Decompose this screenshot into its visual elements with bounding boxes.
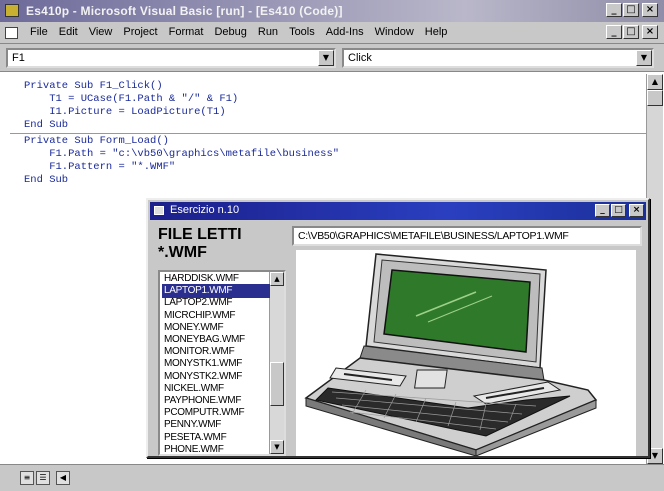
laptop-picture (296, 250, 636, 457)
procedure-combo-value: Click (348, 52, 372, 64)
form-window-controls: _ □ × (595, 204, 644, 217)
code-line[interactable]: End Sub (24, 174, 68, 187)
scroll-thumb[interactable] (270, 362, 284, 406)
scroll-up-arrow-icon[interactable]: ▲ (270, 272, 284, 286)
minimize-button[interactable]: _ (606, 3, 622, 17)
code-line[interactable]: T1 = UCase(F1.Path & "/" & F1) (24, 93, 238, 106)
full-module-view-icon[interactable]: ☰ (36, 471, 50, 485)
menu-item-run[interactable]: Run (258, 26, 278, 38)
close-button[interactable]: × (642, 3, 658, 17)
scroll-down-arrow-icon[interactable]: ▼ (270, 440, 284, 454)
menu-item-view[interactable]: View (89, 26, 113, 38)
file-list-box[interactable]: ▲ ▼ HARDDISK.WMF LAPTOP1.WMF LAPTOP2.WMF MI… (158, 270, 286, 456)
form-title-text: Esercizio n.10 (170, 204, 240, 216)
menu-item-help[interactable]: Help (425, 26, 448, 38)
maximize-button[interactable]: □ (623, 3, 639, 17)
chevron-down-icon[interactable]: ▼ (636, 50, 652, 66)
scroll-thumb[interactable] (647, 90, 663, 106)
form-minimize-button[interactable]: _ (595, 204, 610, 217)
scroll-left-arrow-icon[interactable]: ◀ (56, 471, 70, 485)
exercise-form-window: Esercizio n.10 _ □ × FILE LETTI *.WMF C:… (146, 198, 650, 458)
path-textbox[interactable]: C:\VB50\GRAPHICS\METAFILE\BUSINESS/LAPTO… (292, 226, 642, 246)
procedure-separator (10, 133, 646, 134)
scroll-up-arrow-icon[interactable]: ▲ (647, 74, 663, 90)
object-combo[interactable]: F1 ▼ (6, 48, 336, 68)
vb-app-icon[interactable] (5, 4, 19, 17)
menu-item-format[interactable]: Format (169, 26, 204, 38)
code-line[interactable]: Private Sub F1_Click() (24, 80, 163, 93)
ide-window-controls: _ □ × (606, 3, 658, 17)
procedure-combo[interactable]: Click ▼ (342, 48, 654, 68)
form-icon[interactable] (154, 206, 164, 215)
list-item[interactable]: PHONE.WMF (162, 443, 270, 454)
code-maximize-button[interactable]: □ (623, 25, 639, 39)
form-maximize-button[interactable]: □ (611, 204, 626, 217)
procedure-view-icon[interactable]: ≡ (20, 471, 34, 485)
code-bottom-bar: ≡ ☰ ◀ (0, 464, 664, 491)
menu-items: File Edit View Project Format Debug Run Tools Ad… (30, 26, 447, 38)
code-window-controls: _ □ × (606, 25, 658, 39)
menu-item-file[interactable]: File (30, 26, 48, 38)
menu-bar: File Edit View Project Format Debug Run Tools Ad… (0, 22, 664, 44)
form-title-bar: Esercizio n.10 _ □ × (150, 202, 646, 220)
file-caption-label: FILE LETTI *.WMF (158, 226, 242, 261)
chevron-down-icon[interactable]: ▼ (318, 50, 334, 66)
code-line[interactable]: I1.Picture = LoadPicture(T1) (24, 106, 225, 119)
laptop-illustration (304, 253, 598, 457)
ide-title-text: Es410p - Microsoft Visual Basic [run] - … (26, 4, 343, 18)
code-minimize-button[interactable]: _ (606, 25, 622, 39)
code-combo-bar: F1 ▼ Click ▼ (0, 44, 664, 72)
menu-item-tools[interactable]: Tools (289, 26, 315, 38)
menu-item-edit[interactable]: Edit (59, 26, 78, 38)
code-line[interactable]: F1.Path = "c:\vb50\graphics\metafile\bus… (24, 148, 339, 161)
ide-title-bar: Es410p - Microsoft Visual Basic [run] - … (0, 0, 664, 22)
code-line[interactable]: F1.Pattern = "*.WMF" (24, 161, 175, 174)
menu-item-debug[interactable]: Debug (214, 26, 246, 38)
menu-item-window[interactable]: Window (375, 26, 414, 38)
code-line[interactable]: End Sub (24, 119, 68, 132)
menu-item-project[interactable]: Project (123, 26, 157, 38)
code-close-button[interactable]: × (642, 25, 658, 39)
object-combo-value: F1 (12, 52, 25, 64)
menu-item-addins[interactable]: Add-Ins (326, 26, 364, 38)
form-close-button[interactable]: × (629, 204, 644, 217)
code-window-icon[interactable] (5, 27, 18, 39)
file-list-scrollbar[interactable]: ▲ ▼ (269, 272, 284, 454)
code-line[interactable]: Private Sub Form_Load() (24, 135, 169, 148)
